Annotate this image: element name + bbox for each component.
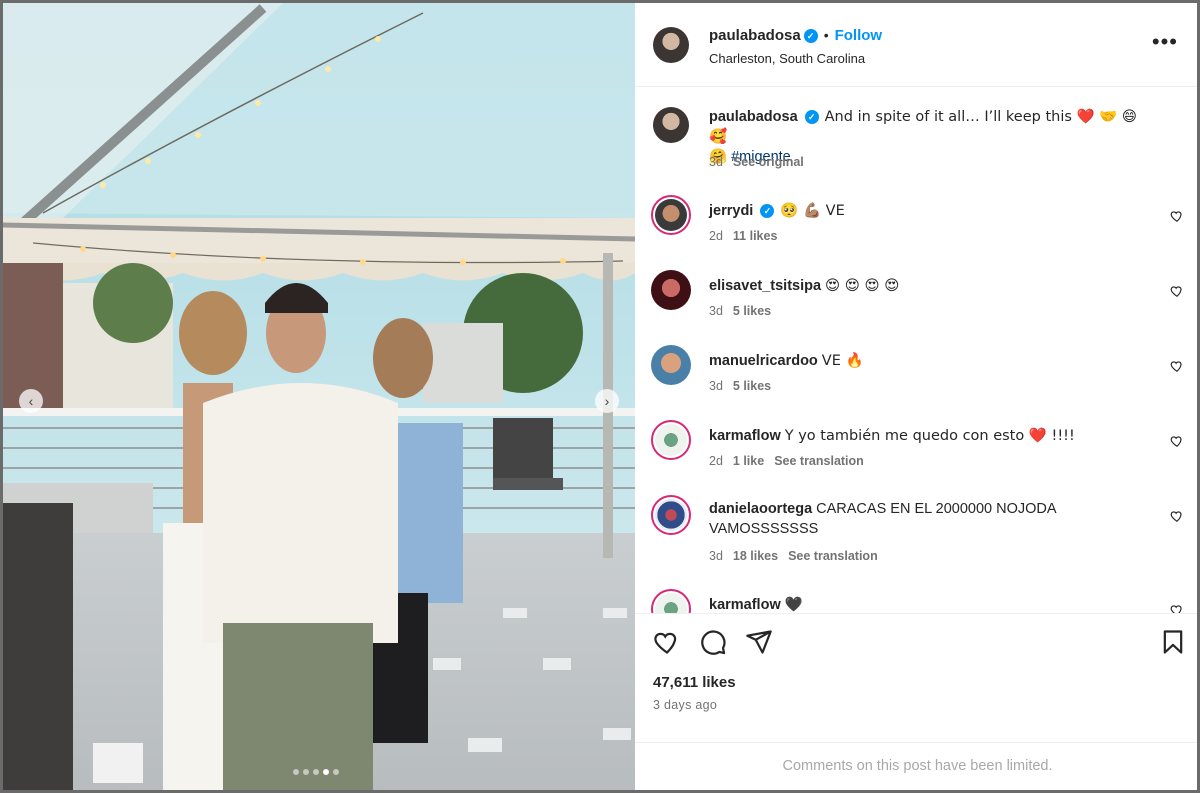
post-actions: 47,611 likes 3 days ago Comments on this… bbox=[635, 613, 1197, 790]
comment-likes[interactable]: 18 likes bbox=[733, 549, 778, 563]
comment-like-heart-icon[interactable] bbox=[1170, 359, 1184, 373]
comment-time[interactable]: 3d bbox=[709, 304, 723, 318]
heart-icon[interactable] bbox=[653, 628, 681, 656]
see-translation-link[interactable]: See translation bbox=[774, 454, 864, 468]
post-header: paulabadosa ✓ • Follow Charleston, South Ca… bbox=[635, 3, 1197, 87]
share-icon[interactable] bbox=[745, 628, 773, 656]
chevron-left-icon: ‹ bbox=[28, 393, 34, 409]
comment-body: VE 🔥 bbox=[821, 353, 864, 369]
comment-body: 🥺 💪🏽 VE bbox=[780, 203, 845, 219]
carousel-dot bbox=[303, 769, 309, 775]
comment-username[interactable]: manuelricardoo bbox=[709, 353, 818, 369]
see-original-link[interactable]: See original bbox=[733, 155, 804, 169]
comment-body: Y yo también me quedo con esto ❤️ !!!! bbox=[784, 428, 1075, 444]
comment-time[interactable]: 2d bbox=[709, 454, 723, 468]
previous-slide-button[interactable]: ‹ bbox=[19, 389, 43, 413]
comments-limited-notice: Comments on this post have been limited. bbox=[635, 742, 1197, 790]
carousel-dot bbox=[333, 769, 339, 775]
chevron-right-icon: › bbox=[604, 393, 610, 409]
comment-likes[interactable]: 11 likes bbox=[733, 229, 778, 243]
commenter-avatar[interactable] bbox=[651, 420, 691, 460]
more-icon: ••• bbox=[1151, 29, 1178, 54]
post-timestamp[interactable]: 3 days ago bbox=[653, 698, 717, 712]
comment-time[interactable]: 3d bbox=[709, 379, 723, 393]
post-location[interactable]: Charleston, South Carolina bbox=[709, 51, 865, 66]
caption-time[interactable]: 3d bbox=[709, 155, 723, 169]
caption-username[interactable]: paulabadosa bbox=[709, 109, 798, 125]
comment-meta: 3d 5 likes bbox=[709, 304, 781, 318]
commenter-avatar[interactable] bbox=[651, 589, 691, 613]
comment-icon[interactable] bbox=[699, 628, 727, 656]
comment-like-heart-icon[interactable] bbox=[1170, 434, 1184, 448]
comment-like-heart-icon[interactable] bbox=[1170, 603, 1184, 613]
comment-likes[interactable]: 1 like bbox=[733, 454, 764, 468]
author-avatar[interactable] bbox=[653, 27, 689, 63]
comment-username[interactable]: elisavet_tsitsipa bbox=[709, 278, 821, 294]
post-side-panel: paulabadosa ✓ • Follow Charleston, South Ca… bbox=[635, 3, 1197, 790]
comment-text: karmaflow Y yo también me quedo con esto … bbox=[709, 426, 1149, 446]
bookmark-icon[interactable] bbox=[1159, 628, 1187, 656]
comment-text: karmaflow 🖤 bbox=[709, 595, 1149, 613]
commenter-avatar[interactable] bbox=[651, 495, 691, 535]
comment-meta: 2d 11 likes bbox=[709, 229, 787, 243]
comment-like-heart-icon[interactable] bbox=[1170, 509, 1184, 523]
comment-likes[interactable]: 5 likes bbox=[733, 304, 771, 318]
comment-text: elisavet_tsitsipa 😍 😍 😍 😍 bbox=[709, 276, 1149, 296]
carousel-dot-active bbox=[323, 769, 329, 775]
comment-text: jerrydi ✓ 🥺 💪🏽 VE bbox=[709, 201, 1149, 221]
comment-body: 🖤 bbox=[784, 597, 803, 613]
comment-time[interactable]: 2d bbox=[709, 229, 723, 243]
verified-icon: ✓ bbox=[803, 28, 818, 43]
comment-body: 😍 😍 😍 😍 bbox=[825, 278, 900, 294]
comment-time[interactable]: 3d bbox=[709, 549, 723, 563]
comment-like-heart-icon[interactable] bbox=[1170, 284, 1184, 298]
comment-text: danielaoortega CARACAS EN EL 2000000 NOJO… bbox=[709, 499, 1109, 539]
post-dialog: ‹ › paulabadosa ✓ • Follow Charleston, Sout… bbox=[0, 0, 1200, 793]
comment-meta: 3d 5 likes bbox=[709, 379, 781, 393]
comment-text: manuelricardoo VE 🔥 bbox=[709, 351, 1149, 371]
post-photo[interactable]: ‹ › bbox=[3, 3, 635, 790]
carousel-indicator bbox=[293, 769, 339, 775]
author-username[interactable]: paulabadosa bbox=[709, 27, 801, 44]
author-avatar[interactable] bbox=[653, 107, 689, 143]
more-options-button[interactable]: ••• bbox=[1152, 31, 1178, 53]
commenter-avatar[interactable] bbox=[651, 195, 691, 235]
comments-list[interactable]: paulabadosa ✓ And in spite of it all… I’ll… bbox=[635, 87, 1197, 613]
comment-username[interactable]: danielaoortega bbox=[709, 501, 812, 517]
verified-icon: ✓ bbox=[804, 110, 819, 125]
likes-count[interactable]: 47,611 likes bbox=[653, 674, 736, 691]
verified-icon: ✓ bbox=[760, 204, 775, 219]
comment-like-heart-icon[interactable] bbox=[1170, 209, 1184, 223]
comment-username[interactable]: karmaflow bbox=[709, 428, 781, 444]
next-slide-button[interactable]: › bbox=[595, 389, 619, 413]
caption-meta: 3d See original bbox=[709, 155, 814, 169]
comment-meta: 2d 1 like See translation bbox=[709, 454, 874, 468]
comment-likes[interactable]: 5 likes bbox=[733, 379, 771, 393]
separator-dot: • bbox=[823, 27, 829, 43]
carousel-dot bbox=[293, 769, 299, 775]
header-title-line: paulabadosa ✓ • Follow bbox=[709, 27, 882, 45]
carousel-dot bbox=[313, 769, 319, 775]
comment-meta: 3d 18 likes See translation bbox=[709, 549, 888, 563]
commenter-avatar[interactable] bbox=[651, 270, 691, 310]
comment-username[interactable]: karmaflow bbox=[709, 597, 781, 613]
follow-button[interactable]: Follow bbox=[835, 27, 883, 44]
see-translation-link[interactable]: See translation bbox=[788, 549, 878, 563]
comment-username[interactable]: jerrydi bbox=[709, 203, 753, 219]
photo-illustration bbox=[3, 3, 635, 790]
commenter-avatar[interactable] bbox=[651, 345, 691, 385]
